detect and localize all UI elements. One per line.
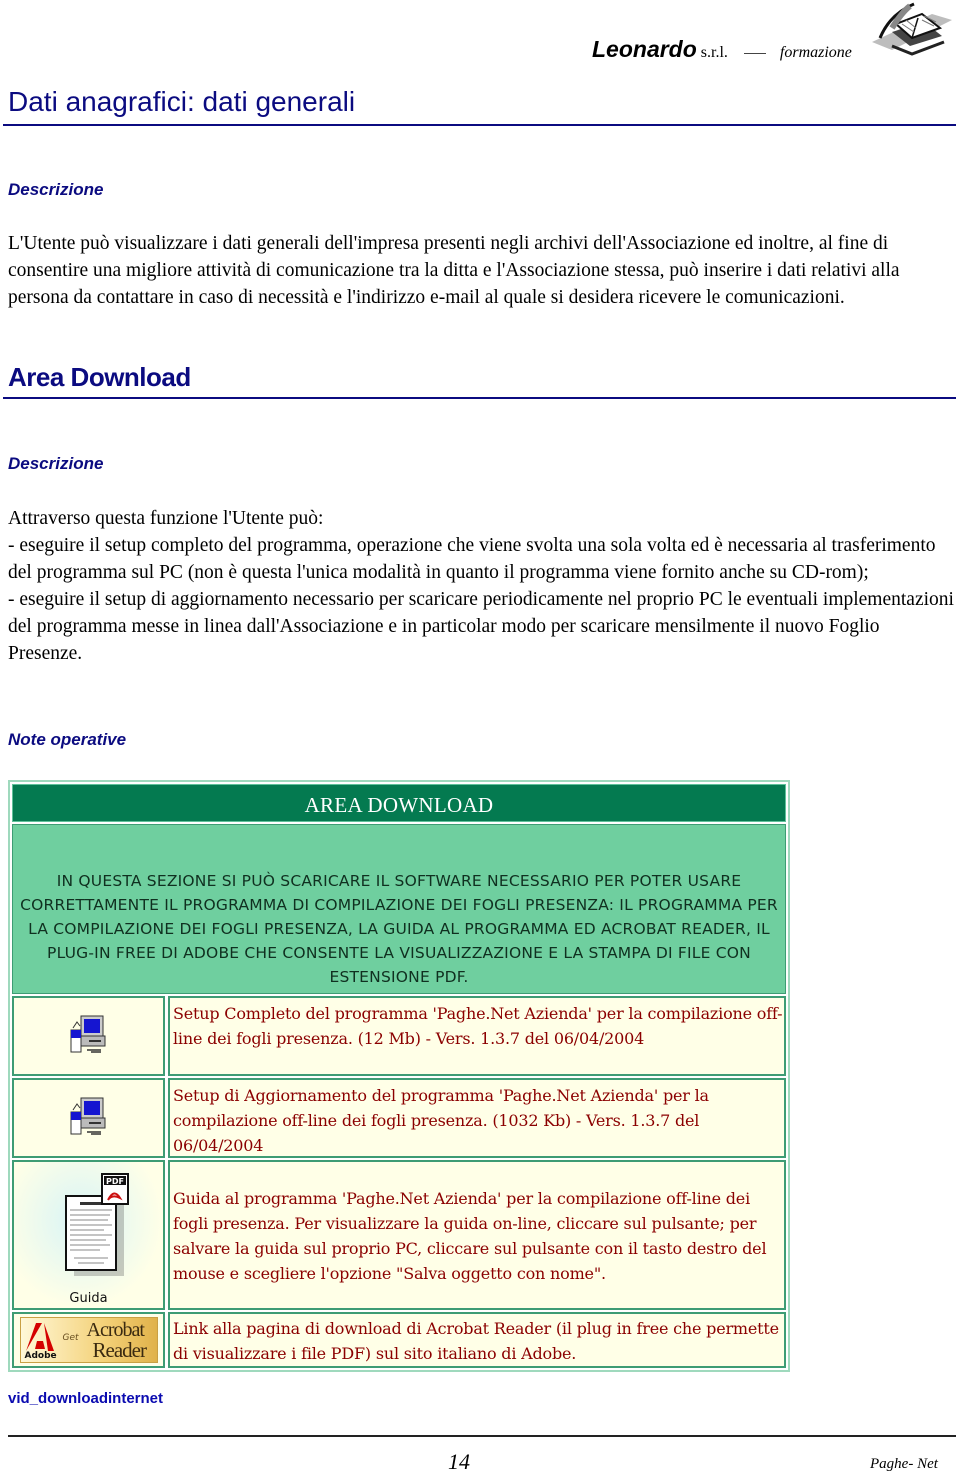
reader-label: Reader <box>92 1338 147 1362</box>
footer-product: Paghe- Net <box>870 1456 938 1472</box>
brand-suffix: s.r.l. <box>700 44 728 61</box>
guide-icon-label: Guida <box>69 1291 108 1306</box>
title-underline <box>3 124 956 126</box>
bullet-item: - eseguire il setup di aggiornamento nec… <box>8 589 954 664</box>
section-title-area-download: Area Download <box>8 362 191 392</box>
download-panel-title: AREA DOWNLOAD <box>12 784 786 822</box>
download-link-text[interactable]: Setup Completo del programma 'Paghe.Net … <box>168 996 786 1076</box>
footer-rule <box>8 1435 956 1437</box>
video-link[interactable]: vid_downloadinternet <box>8 1390 163 1407</box>
download-icon-cell[interactable] <box>12 1078 165 1158</box>
download-link-text[interactable]: Guida al programma 'Paghe.Net Azienda' p… <box>168 1160 786 1310</box>
bullet-item: - eseguire il setup completo del program… <box>8 535 936 583</box>
section-underline <box>3 397 956 399</box>
download-link-text[interactable]: Setup di Aggiornamento del programma 'Pa… <box>168 1078 786 1158</box>
get-label: Get <box>62 1333 79 1343</box>
pdf-badge: PDF <box>106 1177 124 1186</box>
download-icon-cell[interactable] <box>12 996 165 1076</box>
book-quill-icon <box>862 2 954 62</box>
download-icon-cell[interactable]: Adobe Get Acrobat Reader <box>12 1312 165 1368</box>
download-link-text[interactable]: Link alla pagina di download di Acrobat … <box>168 1312 786 1368</box>
section2-body: Attraverso questa funzione l'Utente può:… <box>8 505 958 667</box>
section2-intro: Attraverso questa funzione l'Utente può: <box>8 508 324 529</box>
pdf-guide-icon[interactable]: PDF <box>34 1170 144 1293</box>
page-number: 14 <box>448 1449 470 1474</box>
setup-computer-icon[interactable] <box>67 1094 111 1143</box>
brand-tagline: formazione <box>779 44 852 61</box>
section2-subheading: Descrizione <box>8 454 104 473</box>
brand-header: Leonardo s.r.l. formazione <box>592 36 852 66</box>
notes-heading: Note operative <box>8 730 127 749</box>
brand-name: Leonardo <box>592 36 697 62</box>
download-panel-intro: IN QUESTA SEZIONE SI PUÒ SCARICARE IL SO… <box>12 824 786 994</box>
setup-computer-icon[interactable] <box>67 1012 111 1061</box>
adobe-label: Adobe <box>24 1351 57 1361</box>
section1-subheading: Descrizione <box>8 180 104 199</box>
download-row: Setup Completo del programma 'Paghe.Net … <box>12 996 786 1076</box>
download-row: Setup di Aggiornamento del programma 'Pa… <box>12 1078 786 1158</box>
section1-paragraph: L'Utente può visualizzare i dati general… <box>8 233 900 308</box>
download-row: PDF Guida Guida al programma 'Paghe.Net … <box>12 1160 786 1310</box>
brand-divider <box>743 52 766 54</box>
download-panel: AREA DOWNLOAD IN QUESTA SEZIONE SI PUÒ S… <box>8 780 790 1372</box>
download-icon-cell[interactable]: PDF Guida <box>12 1160 165 1310</box>
get-acrobat-reader-icon[interactable]: Adobe Get Acrobat Reader <box>19 1317 158 1363</box>
page-title: Dati anagrafici: dati generali <box>8 86 356 117</box>
download-row: Adobe Get Acrobat Reader Link alla pagin… <box>12 1312 786 1368</box>
